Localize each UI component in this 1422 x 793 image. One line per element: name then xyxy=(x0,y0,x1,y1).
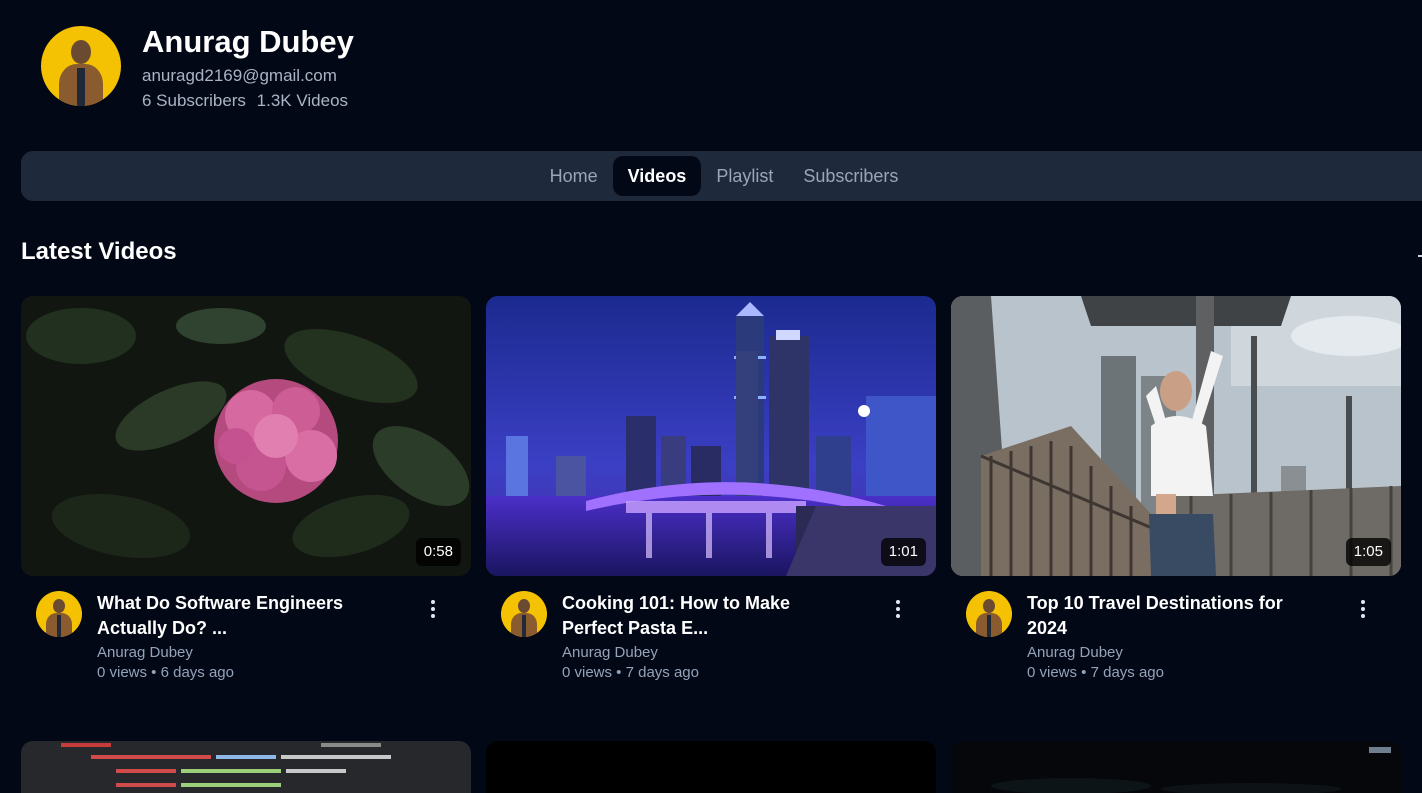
video-channel-name[interactable]: Anurag Dubey xyxy=(1027,643,1317,663)
channel-name: Anurag Dubey xyxy=(142,24,354,59)
tab-playlist[interactable]: Playlist xyxy=(701,156,788,196)
city-night-icon xyxy=(486,296,936,576)
more-options-icon[interactable] xyxy=(890,597,906,621)
video-card[interactable] xyxy=(21,741,471,793)
video-card[interactable]: 1:05 Top 10 Travel Destinations for 2024… xyxy=(951,296,1401,683)
tab-home[interactable]: Home xyxy=(535,156,613,196)
video-title[interactable]: Top 10 Travel Destinations for 2024 xyxy=(1027,591,1317,641)
channel-tabs: Home Videos Playlist Subscribers xyxy=(535,156,914,196)
urban-portrait-icon xyxy=(951,296,1401,576)
video-title[interactable]: Cooking 101: How to Make Perfect Pasta E… xyxy=(562,591,852,641)
video-meta-text: What Do Software Engineers Actually Do? … xyxy=(97,591,387,683)
video-stats: 0 views • 7 days ago xyxy=(1027,664,1164,681)
video-meta: Top 10 Travel Destinations for 2024 Anur… xyxy=(951,591,1401,683)
video-thumbnail[interactable]: 1:01 xyxy=(486,296,936,576)
video-meta-text: Cooking 101: How to Make Perfect Pasta E… xyxy=(562,591,852,683)
code-editor-icon xyxy=(21,741,471,793)
channel-avatar-small[interactable] xyxy=(966,591,1012,637)
video-stats: 0 views • 7 days ago xyxy=(562,664,699,681)
video-title[interactable]: What Do Software Engineers Actually Do? … xyxy=(97,591,387,641)
video-card[interactable] xyxy=(486,741,936,793)
video-meta: What Do Software Engineers Actually Do? … xyxy=(21,591,471,683)
video-meta: Cooking 101: How to Make Perfect Pasta E… xyxy=(486,591,936,683)
channel-tabs-bar: Home Videos Playlist Subscribers xyxy=(21,151,1422,201)
video-card[interactable] xyxy=(951,741,1401,793)
video-thumbnail[interactable] xyxy=(21,741,471,793)
channel-header: Anurag Dubey anuragd2169@gmail.com 6 Sub… xyxy=(41,26,354,111)
more-options-icon[interactable] xyxy=(1355,597,1371,621)
flower-icon xyxy=(21,296,471,576)
more-options-icon[interactable] xyxy=(425,597,441,621)
video-duration: 1:05 xyxy=(1345,538,1391,566)
channel-stats: 6 Subscribers 1.3K Videos xyxy=(142,91,354,111)
video-stats: 0 views • 6 days ago xyxy=(97,664,234,681)
scroll-edge-indicator xyxy=(1418,255,1422,257)
section-title: Latest Videos xyxy=(21,238,177,265)
channel-avatar[interactable] xyxy=(41,26,121,106)
video-meta-text: Top 10 Travel Destinations for 2024 Anur… xyxy=(1027,591,1317,683)
subscriber-count: 6 Subscribers xyxy=(142,91,246,110)
video-channel-name[interactable]: Anurag Dubey xyxy=(562,643,852,663)
tab-videos[interactable]: Videos xyxy=(612,156,702,196)
channel-avatar-small[interactable] xyxy=(501,591,547,637)
video-card[interactable]: 1:01 Cooking 101: How to Make Perfect Pa… xyxy=(486,296,936,683)
video-thumbnail[interactable]: 1:05 xyxy=(951,296,1401,576)
video-channel-name[interactable]: Anurag Dubey xyxy=(97,643,387,663)
channel-avatar-small[interactable] xyxy=(36,591,82,637)
dark-scene-icon xyxy=(951,741,1401,793)
video-duration: 0:58 xyxy=(415,538,461,566)
video-thumbnail[interactable] xyxy=(951,741,1401,793)
video-count: 1.3K Videos xyxy=(256,91,349,110)
video-thumbnail[interactable] xyxy=(486,741,936,793)
channel-page: Anurag Dubey anuragd2169@gmail.com 6 Sub… xyxy=(0,0,1422,793)
tab-subscribers[interactable]: Subscribers xyxy=(788,156,913,196)
video-card[interactable]: 0:58 What Do Software Engineers Actually… xyxy=(21,296,471,683)
video-thumbnail[interactable]: 0:58 xyxy=(21,296,471,576)
channel-email: anuragd2169@gmail.com xyxy=(142,66,337,85)
channel-info: Anurag Dubey anuragd2169@gmail.com 6 Sub… xyxy=(142,26,354,111)
video-duration: 1:01 xyxy=(880,538,926,566)
